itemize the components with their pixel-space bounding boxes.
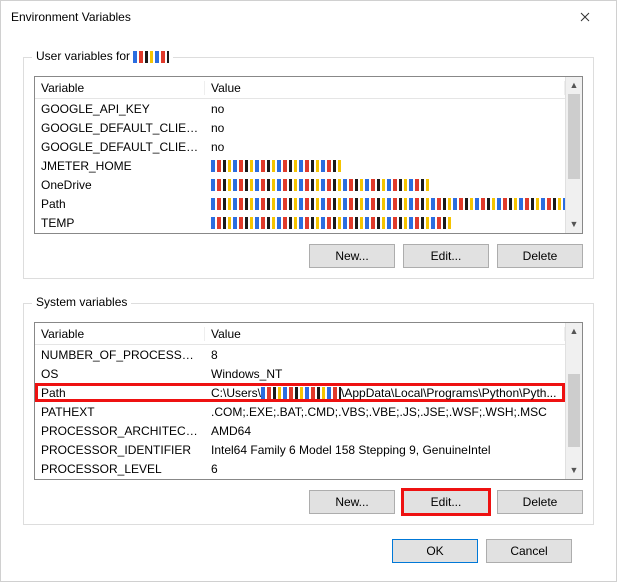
cell-variable: Path	[35, 386, 205, 400]
table-row[interactable]: PATHEXT.COM;.EXE;.BAT;.CMD;.VBS;.VBE;.JS…	[35, 402, 565, 421]
cell-value: no	[205, 140, 565, 154]
table-row[interactable]: PROCESSOR_LEVEL6	[35, 459, 565, 478]
dialog-footer: OK Cancel	[23, 525, 594, 563]
dialog-content: User variables for Variable Value GOOGLE…	[1, 33, 616, 581]
table-row[interactable]: GOOGLE_DEFAULT_CLIENT_IDno	[35, 118, 565, 137]
redacted-value	[211, 198, 565, 210]
titlebar: Environment Variables	[1, 1, 616, 33]
cell-value: .COM;.EXE;.BAT;.CMD;.VBS;.VBE;.JS;.JSE;.…	[205, 405, 565, 419]
table-row[interactable]: GOOGLE_DEFAULT_CLIENT_...no	[35, 137, 565, 156]
env-vars-dialog: Environment Variables User variables for…	[0, 0, 617, 582]
cell-variable: PATHEXT	[35, 405, 205, 419]
ok-button[interactable]: OK	[392, 539, 478, 563]
window-title: Environment Variables	[11, 10, 564, 24]
cell-variable: GOOGLE_DEFAULT_CLIENT_...	[35, 140, 205, 154]
scroll-thumb[interactable]	[568, 94, 580, 179]
cell-variable: PROCESSOR_ARCHITECTURE	[35, 424, 205, 438]
user-header-value[interactable]: Value	[205, 81, 565, 95]
system-list-header[interactable]: Variable Value	[35, 323, 565, 345]
table-row[interactable]: Path	[35, 194, 565, 213]
cell-value: no	[205, 121, 565, 135]
cell-value: C:\Users\\AppData\Local\Programs\Python\…	[205, 386, 565, 400]
table-row[interactable]: PROCESSOR_IDENTIFIERIntel64 Family 6 Mod…	[35, 440, 565, 459]
scroll-thumb[interactable]	[568, 374, 580, 447]
user-edit-button[interactable]: Edit...	[403, 244, 489, 268]
close-icon[interactable]	[564, 3, 606, 31]
table-row[interactable]: OneDrive	[35, 175, 565, 194]
user-list-scrollbar[interactable]: ▲ ▼	[565, 77, 582, 233]
cell-value: Windows_NT	[205, 367, 565, 381]
redacted-value	[211, 217, 451, 229]
scroll-track[interactable]	[566, 340, 582, 462]
system-list-scrollbar[interactable]: ▲ ▼	[565, 323, 582, 479]
user-delete-button[interactable]: Delete	[497, 244, 583, 268]
user-header-variable[interactable]: Variable	[35, 81, 205, 95]
cell-variable: OS	[35, 367, 205, 381]
cell-value	[205, 216, 565, 230]
table-row[interactable]: OSWindows_NT	[35, 364, 565, 383]
scroll-track[interactable]	[566, 94, 582, 216]
cell-value: no	[205, 102, 565, 116]
redacted-value	[261, 387, 341, 399]
cell-variable: Path	[35, 197, 205, 211]
user-legend-prefix: User variables for	[36, 49, 133, 63]
cell-value	[205, 178, 565, 192]
table-row[interactable]: PathC:\Users\\AppData\Local\Programs\Pyt…	[35, 383, 565, 402]
cell-variable: NUMBER_OF_PROCESSORS	[35, 348, 205, 362]
cell-value: Intel64 Family 6 Model 158 Stepping 9, G…	[205, 443, 565, 457]
user-new-button[interactable]: New...	[309, 244, 395, 268]
user-button-row: New... Edit... Delete	[34, 244, 583, 268]
user-variables-group: User variables for Variable Value GOOGLE…	[23, 57, 594, 279]
system-variables-group: System variables Variable Value NUMBER_O…	[23, 303, 594, 525]
cell-value: 8	[205, 348, 565, 362]
redacted-value	[211, 160, 341, 172]
table-row[interactable]: TEMP	[35, 213, 565, 232]
system-variables-list[interactable]: Variable Value NUMBER_OF_PROCESSORS8OSWi…	[34, 322, 583, 480]
system-button-row: New... Edit... Delete	[34, 490, 583, 514]
cell-value: AMD64	[205, 424, 565, 438]
username-redacted	[133, 51, 169, 63]
cell-variable: OneDrive	[35, 178, 205, 192]
system-header-variable[interactable]: Variable	[35, 327, 205, 341]
cell-value	[205, 159, 565, 173]
cell-variable: PROCESSOR_IDENTIFIER	[35, 443, 205, 457]
scroll-down-icon[interactable]: ▼	[566, 216, 582, 233]
cell-variable: TEMP	[35, 216, 205, 230]
cell-variable: GOOGLE_DEFAULT_CLIENT_ID	[35, 121, 205, 135]
cell-value: 6	[205, 462, 565, 476]
user-variables-legend: User variables for	[32, 49, 173, 63]
table-row[interactable]: NUMBER_OF_PROCESSORS8	[35, 345, 565, 364]
cell-variable: GOOGLE_API_KEY	[35, 102, 205, 116]
table-row[interactable]: JMETER_HOME	[35, 156, 565, 175]
cancel-button[interactable]: Cancel	[486, 539, 572, 563]
system-new-button[interactable]: New...	[309, 490, 395, 514]
table-row[interactable]: GOOGLE_API_KEYno	[35, 99, 565, 118]
system-delete-button[interactable]: Delete	[497, 490, 583, 514]
scroll-up-icon[interactable]: ▲	[566, 323, 582, 340]
cell-variable: JMETER_HOME	[35, 159, 205, 173]
scroll-down-icon[interactable]: ▼	[566, 462, 582, 479]
redacted-value	[211, 179, 431, 191]
system-edit-button[interactable]: Edit...	[403, 490, 489, 514]
scroll-up-icon[interactable]: ▲	[566, 77, 582, 94]
cell-variable: PROCESSOR_LEVEL	[35, 462, 205, 476]
table-row[interactable]: PROCESSOR_ARCHITECTUREAMD64	[35, 421, 565, 440]
user-list-header[interactable]: Variable Value	[35, 77, 565, 99]
cell-value	[205, 197, 565, 211]
user-variables-list[interactable]: Variable Value GOOGLE_API_KEYnoGOOGLE_DE…	[34, 76, 583, 234]
system-header-value[interactable]: Value	[205, 327, 565, 341]
system-variables-legend: System variables	[32, 295, 131, 309]
